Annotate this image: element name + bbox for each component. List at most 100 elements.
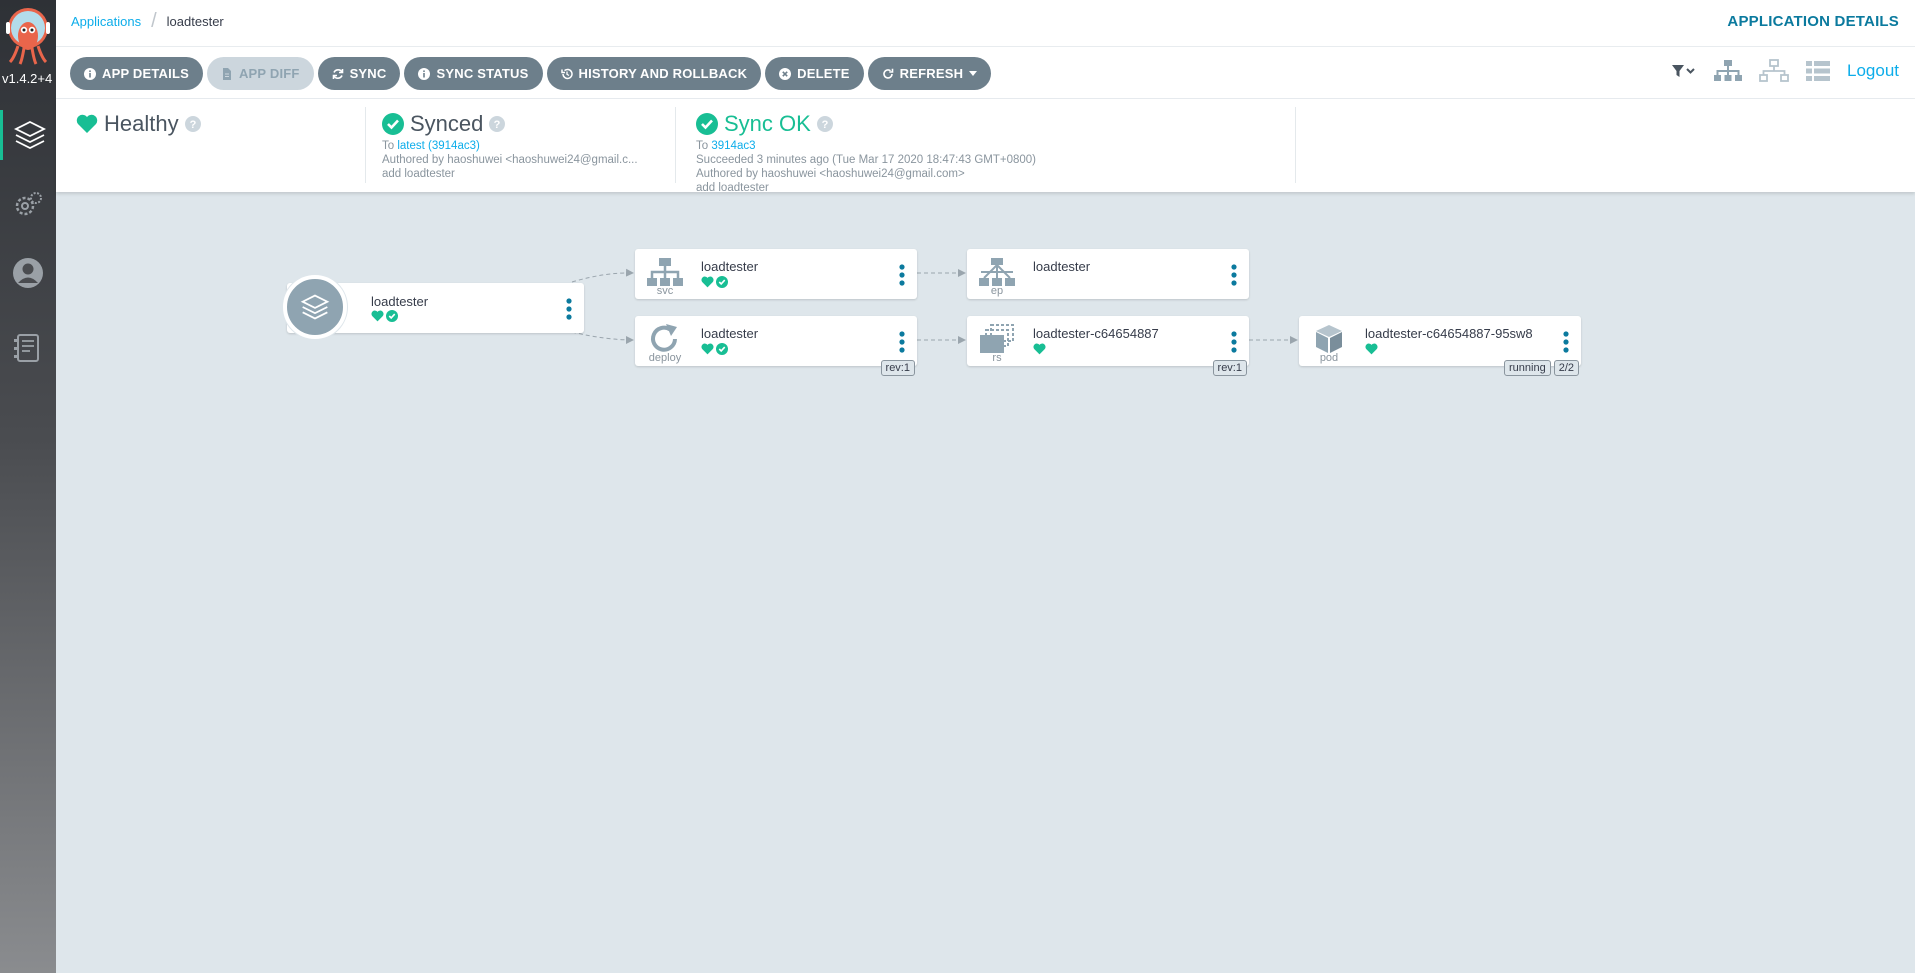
history-icon [560, 68, 573, 79]
rs-node[interactable]: rs loadtester-c64654887 rev:1 [967, 316, 1249, 376]
sync-status-button[interactable]: SYNC STATUS [404, 57, 543, 90]
operation-author: Authored by haoshuwei <haoshuwei24@gmail… [696, 168, 965, 180]
svc-node[interactable]: svc loadtester [635, 249, 917, 299]
delete-label: DELETE [797, 66, 850, 81]
sidebar-item-settings[interactable] [0, 180, 56, 230]
rs-revision-tag: rev:1 [1212, 360, 1247, 376]
deploy-revision-tag: rev:1 [880, 360, 915, 376]
info-icon [418, 67, 431, 80]
breadcrumb-applications-link[interactable]: Applications [71, 14, 141, 29]
app-details-button[interactable]: APP DETAILS [70, 57, 203, 90]
pod-containers-tag: 2/2 [1553, 360, 1579, 376]
sync-revision-link[interactable]: latest (3914ac3) [397, 140, 479, 152]
deploy-node-menu[interactable] [897, 330, 907, 354]
heart-icon [701, 343, 714, 355]
sidebar-item-docs[interactable] [0, 323, 56, 373]
ep-node[interactable]: ep loadtester [967, 249, 1249, 299]
breadcrumb: Applications / loadtester [71, 10, 224, 32]
page-title: APPLICATION DETAILS [1727, 13, 1899, 30]
filter-icon [1672, 65, 1695, 77]
deploy-name[interactable]: loadtester [701, 326, 758, 341]
pod-phase-tag: running [1504, 360, 1551, 376]
app-node-name[interactable]: loadtester [371, 294, 428, 309]
app-details-label: APP DETAILS [102, 66, 189, 81]
heart-icon [371, 310, 384, 322]
heart-icon [76, 114, 98, 133]
gear-icon [15, 192, 42, 216]
deploy-kind: deploy [648, 352, 682, 364]
close-circle-icon [779, 67, 792, 80]
sync-label: SYNC [349, 66, 387, 81]
tree-view-icon [1714, 60, 1742, 81]
svc-kind: svc [656, 285, 674, 297]
file-icon [222, 67, 231, 80]
sync-button[interactable]: SYNC [317, 57, 401, 90]
sync-author: Authored by haoshuwei <haoshuwei24@gmail… [382, 154, 638, 166]
ep-kind: ep [990, 285, 1004, 297]
ep-node-menu[interactable] [1229, 263, 1239, 287]
operation-succeeded: Succeeded 3 minutes ago (Tue Mar 17 2020… [696, 154, 1036, 166]
replicaset-icon [980, 324, 1014, 353]
pod-kind: pod [1319, 352, 1339, 364]
app-node-icon[interactable] [283, 275, 347, 339]
pod-icon [1316, 325, 1342, 353]
breadcrumb-current: loadtester [166, 14, 224, 29]
status-panel: Healthy ? Synced ? To latest (3914ac3) A… [56, 99, 1915, 194]
check-circle-icon [382, 113, 404, 135]
breadcrumb-separator: / [151, 10, 157, 32]
operation-to-prefix: To [696, 140, 709, 152]
app-node[interactable]: loadtester [283, 275, 584, 339]
pod-name[interactable]: loadtester-c64654887-95sw8 [1365, 326, 1533, 341]
svc-node-menu[interactable] [897, 263, 907, 287]
edge-app-svc [571, 268, 634, 283]
history-and-rollback-button[interactable]: HISTORY AND ROLLBACK [546, 57, 762, 90]
sidebar-item-applications[interactable] [0, 110, 56, 160]
operation-revision-link[interactable]: 3914ac3 [711, 140, 755, 152]
app-diff-label: APP DIFF [238, 66, 300, 81]
svc-name[interactable]: loadtester [701, 259, 758, 274]
docs-icon [14, 334, 39, 362]
pod-node[interactable]: pod loadtester-c64654887-95sw8 running 2… [1299, 316, 1581, 376]
help-icon[interactable]: ? [184, 116, 201, 132]
rs-status [1033, 343, 1046, 355]
refresh-icon [882, 68, 893, 79]
deploy-status [701, 343, 728, 355]
svc-status [701, 276, 728, 288]
pod-node-menu[interactable] [1561, 330, 1571, 354]
sync-to-prefix: To [382, 140, 395, 152]
sync-label: Synced [410, 111, 484, 136]
logout-link[interactable]: Logout [1847, 61, 1899, 81]
help-icon[interactable]: ? [816, 116, 833, 132]
refresh-button[interactable]: REFRESH [867, 57, 992, 90]
operation-status: Sync OK ? To 3914ac3 Succeeded 3 minutes… [676, 107, 1296, 194]
argo-logo[interactable] [4, 6, 52, 66]
top-bar: Applications / loadtester APPLICATION DE… [56, 0, 1915, 47]
rs-node-menu[interactable] [1229, 330, 1239, 354]
app-node-menu[interactable] [564, 297, 574, 321]
endpoint-icon [979, 258, 1015, 286]
resource-graph: loadtester svc loadtester ep loadtester [56, 192, 1915, 973]
help-icon[interactable]: ? [489, 116, 506, 132]
tree-view-toggle[interactable] [1713, 59, 1743, 83]
network-view-toggle[interactable] [1759, 59, 1789, 83]
app-node-status [371, 310, 398, 322]
operation-label: Sync OK [724, 111, 811, 136]
sidebar-item-user-info[interactable] [0, 248, 56, 298]
history-and-rollback-label: HISTORY AND ROLLBACK [578, 66, 748, 81]
check-circle-icon [716, 276, 728, 288]
delete-button[interactable]: DELETE [765, 57, 864, 90]
deploy-node[interactable]: deploy loadtester rev:1 [635, 316, 917, 376]
edge-app-deploy [571, 331, 634, 344]
sync-message: add loadtester [382, 168, 455, 180]
list-view-toggle[interactable] [1805, 60, 1831, 82]
deployment-icon [651, 324, 677, 352]
check-circle-icon [716, 343, 728, 355]
rs-name[interactable]: loadtester-c64654887 [1033, 326, 1159, 341]
filter-dropdown[interactable] [1671, 63, 1697, 79]
caret-down-icon [969, 70, 978, 76]
heart-icon [1033, 343, 1046, 355]
svg-text:?: ? [494, 119, 501, 131]
app-diff-button[interactable]: APP DIFF [206, 57, 314, 90]
check-circle-icon [386, 310, 398, 322]
ep-name[interactable]: loadtester [1033, 259, 1090, 274]
